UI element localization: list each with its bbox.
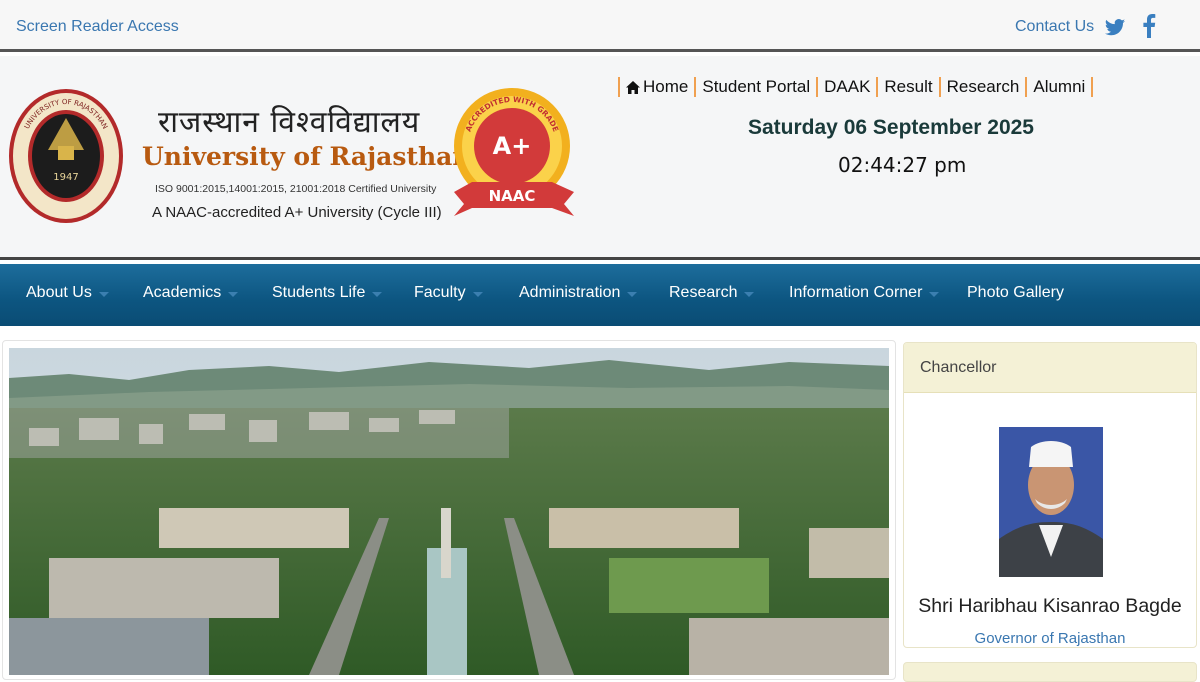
chancellor-title-link[interactable]: Governor of Rajasthan [904,630,1196,647]
caret-down-icon [929,291,940,297]
contact-us-link[interactable]: Contact Us [1015,18,1094,36]
link-separator [1025,77,1028,97]
link-separator [694,77,697,97]
nav-about-us[interactable]: About Us [26,284,109,302]
chancellor-portrait [999,427,1103,577]
twitter-icon[interactable] [1104,16,1126,38]
naac-accreditation-line: A NAAC-accredited A+ University (Cycle I… [152,204,442,221]
main-navigation: About Us Academics Students Life Faculty… [0,264,1200,326]
top-link-label: Home [643,77,689,96]
badge-label: NAAC [489,187,536,205]
seal-year: 1947 [53,172,78,183]
top-link-home[interactable]: Home [626,77,688,97]
nav-students-life[interactable]: Students Life [272,284,383,302]
next-panel-header [903,662,1197,682]
nav-label: About Us [26,284,92,301]
link-separator [938,77,941,97]
facebook-icon[interactable] [1142,14,1156,38]
top-link-alumni[interactable]: Alumni [1033,77,1085,97]
campus-aerial-photo [9,348,889,675]
home-icon [626,80,640,94]
panel-heading: Chancellor [904,343,1196,393]
nav-label: Faculty [414,284,466,301]
top-links: Home Student Portal DAAK Result Research… [612,76,1099,98]
screen-reader-link[interactable]: Screen Reader Access [16,18,179,36]
top-link-daak[interactable]: DAAK [824,77,870,97]
nav-label: Research [669,284,738,301]
chancellor-name: Shri Haribhau Kisanrao Bagde [918,595,1182,617]
nav-academics[interactable]: Academics [143,284,239,302]
nav-label: Students Life [272,284,366,301]
iso-certification: ISO 9001:2015,14001:2015, 21001:2018 Cer… [155,183,437,195]
university-name-hindi: राजस्थान विश्वविद्यालय [158,105,421,140]
caret-down-icon [372,291,383,297]
current-date: Saturday 06 September 2025 [748,116,1034,139]
nav-information-corner[interactable]: Information Corner [789,284,940,302]
caret-down-icon [627,291,638,297]
nav-label: Academics [143,284,222,301]
link-separator [816,77,819,97]
nav-label: Administration [519,284,621,301]
university-seal-logo[interactable]: 1947 UNIVERSITY OF RAJASTHAN [8,88,124,224]
caret-down-icon [98,291,109,297]
caret-down-icon [472,291,483,297]
link-separator [1091,77,1094,97]
current-time: 02:44:27 pm [838,153,967,177]
nav-faculty[interactable]: Faculty [414,284,483,302]
nav-label: Photo Gallery [967,284,1064,301]
nav-research[interactable]: Research [669,284,755,302]
caret-down-icon [228,291,239,297]
top-link-result[interactable]: Result [884,77,932,97]
nav-photo-gallery[interactable]: Photo Gallery [967,284,1064,302]
link-separator [876,77,879,97]
naac-badge: ACCREDITED WITH GRADE A+ NAAC [454,88,574,216]
top-link-student-portal[interactable]: Student Portal [702,77,810,97]
top-link-research[interactable]: Research [947,77,1020,97]
utility-bar: Screen Reader Access Contact Us [0,0,1200,52]
nav-label: Information Corner [789,284,923,301]
badge-grade: A+ [493,132,532,160]
nav-administration[interactable]: Administration [519,284,638,302]
chancellor-panel: Chancellor Shri Haribhau Kisanrao Bagde … [903,342,1197,648]
university-name: University of Rajasthan [142,142,471,171]
link-separator [618,77,620,97]
site-header: 1947 UNIVERSITY OF RAJASTHAN राजस्थान वि… [0,56,1200,260]
caret-down-icon [744,291,755,297]
